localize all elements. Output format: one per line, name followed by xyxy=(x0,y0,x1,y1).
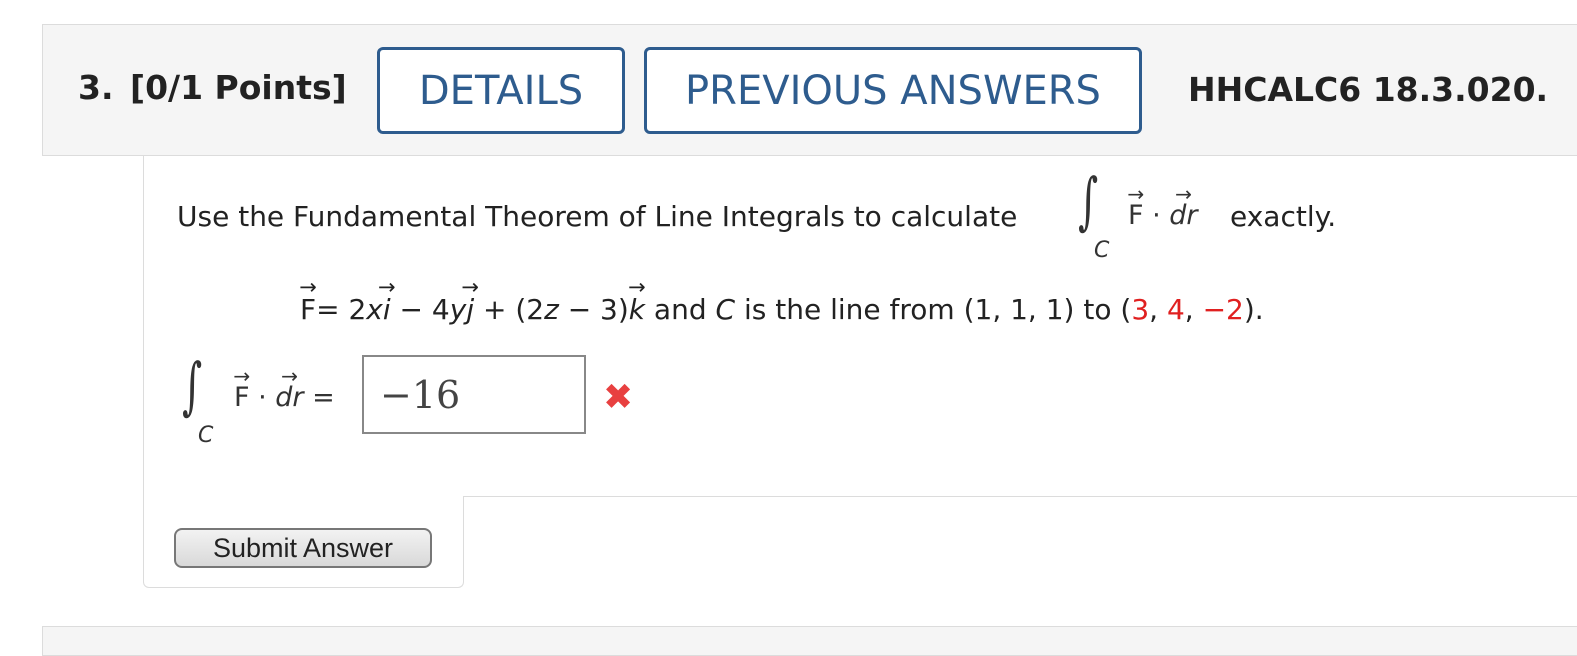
submit-answer-button[interactable]: Submit Answer xyxy=(174,528,432,568)
x-mark-icon: ✖ xyxy=(603,377,634,418)
integral-sign: ∫ xyxy=(1078,164,1099,237)
answer-integral-sign: ∫ xyxy=(182,349,203,422)
endpoint-y: 4 xyxy=(1166,293,1185,326)
eq-curve-C: C xyxy=(715,293,736,326)
eq-close: ). xyxy=(1243,293,1264,326)
integrand: → F · → dr xyxy=(1127,182,1198,231)
answer-integral-subscript: C xyxy=(198,423,214,448)
endpoint-x: 3 xyxy=(1131,293,1150,326)
integral-subscript: C xyxy=(1094,238,1110,263)
eq-part-eq: = 2 xyxy=(316,293,367,326)
eq-part-and: and xyxy=(645,293,716,326)
next-question-header xyxy=(42,626,1577,656)
details-button[interactable]: DETAILS xyxy=(377,47,625,134)
eq-part-minus4: − 4 xyxy=(390,293,450,326)
question-reference: HHCALC6 18.3.020. xyxy=(1188,70,1549,109)
previous-answers-button[interactable]: PREVIOUS ANSWERS xyxy=(644,47,1142,134)
eq-part-minus3: − 3) xyxy=(558,293,629,326)
field-equation: → F= 2x → i − 4y → j + (2z − 3) → k and C is th… xyxy=(299,274,1264,326)
answer-integrand: → F · → dr = xyxy=(233,364,335,413)
eq-part-plus: + (2 xyxy=(474,293,545,326)
prompt-suffix: exactly. xyxy=(1230,200,1337,233)
endpoint-z: −2 xyxy=(1202,293,1244,326)
eq-var-z: z xyxy=(544,293,559,326)
eq-line-from: is the line from (1, 1, 1) to ( xyxy=(735,293,1132,326)
question-points: [0/1 Points] xyxy=(130,68,347,107)
answer-equals: = xyxy=(312,382,335,413)
submit-divider xyxy=(463,496,1577,497)
problem-prompt: Use the Fundamental Theorem of Line Inte… xyxy=(177,200,1018,233)
question-number: 3. xyxy=(78,68,114,107)
answer-input[interactable]: −16 xyxy=(362,355,586,434)
